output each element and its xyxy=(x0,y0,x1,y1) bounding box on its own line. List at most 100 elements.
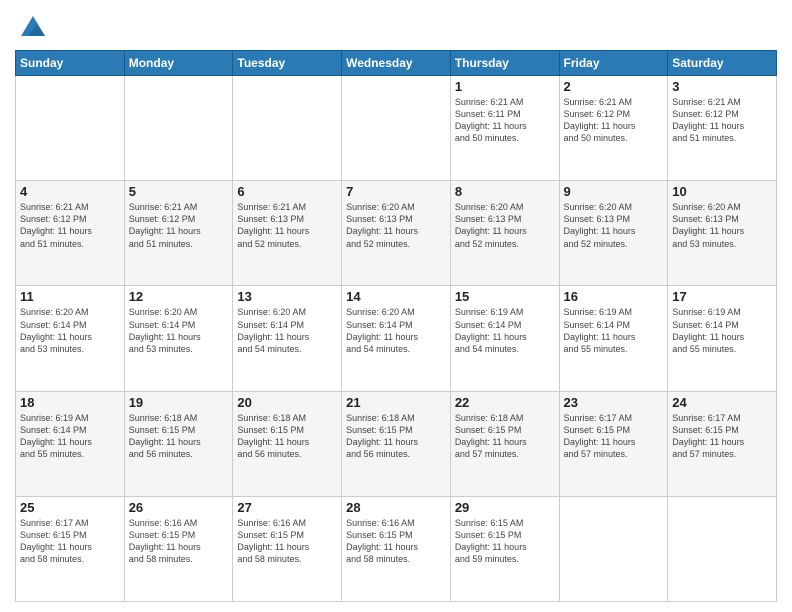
day-number: 16 xyxy=(564,289,664,304)
day-info: Sunrise: 6:16 AM Sunset: 6:15 PM Dayligh… xyxy=(237,517,337,566)
day-number: 17 xyxy=(672,289,772,304)
calendar-cell: 29 Sunrise: 6:15 AM Sunset: 6:15 PM Dayli… xyxy=(450,496,559,601)
calendar-cell: 1 Sunrise: 6:21 AM Sunset: 6:11 PM Daylig… xyxy=(450,76,559,181)
day-number: 23 xyxy=(564,395,664,410)
calendar-cell: 24 Sunrise: 6:17 AM Sunset: 6:15 PM Dayli… xyxy=(668,391,777,496)
week-row-5: 25 Sunrise: 6:17 AM Sunset: 6:15 PM Dayli… xyxy=(16,496,777,601)
day-info: Sunrise: 6:20 AM Sunset: 6:13 PM Dayligh… xyxy=(346,201,446,250)
calendar-cell: 19 Sunrise: 6:18 AM Sunset: 6:15 PM Dayli… xyxy=(124,391,233,496)
day-number: 7 xyxy=(346,184,446,199)
calendar-cell: 20 Sunrise: 6:18 AM Sunset: 6:15 PM Dayli… xyxy=(233,391,342,496)
col-header-sunday: Sunday xyxy=(16,51,125,76)
day-info: Sunrise: 6:21 AM Sunset: 6:12 PM Dayligh… xyxy=(672,96,772,145)
calendar-cell: 4 Sunrise: 6:21 AM Sunset: 6:12 PM Daylig… xyxy=(16,181,125,286)
day-number: 21 xyxy=(346,395,446,410)
calendar-cell: 3 Sunrise: 6:21 AM Sunset: 6:12 PM Daylig… xyxy=(668,76,777,181)
col-header-thursday: Thursday xyxy=(450,51,559,76)
day-info: Sunrise: 6:21 AM Sunset: 6:12 PM Dayligh… xyxy=(129,201,229,250)
col-header-monday: Monday xyxy=(124,51,233,76)
day-number: 5 xyxy=(129,184,229,199)
calendar-cell: 12 Sunrise: 6:20 AM Sunset: 6:14 PM Dayli… xyxy=(124,286,233,391)
calendar-cell xyxy=(233,76,342,181)
day-info: Sunrise: 6:18 AM Sunset: 6:15 PM Dayligh… xyxy=(237,412,337,461)
week-row-4: 18 Sunrise: 6:19 AM Sunset: 6:14 PM Dayli… xyxy=(16,391,777,496)
day-number: 6 xyxy=(237,184,337,199)
calendar-cell: 26Sunrise: 6:16 AM Sunset: 6:15 PM Dayli… xyxy=(124,496,233,601)
day-info: Sunrise: 6:17 AM Sunset: 6:15 PM Dayligh… xyxy=(672,412,772,461)
calendar-cell: 5 Sunrise: 6:21 AM Sunset: 6:12 PM Daylig… xyxy=(124,181,233,286)
day-number: 9 xyxy=(564,184,664,199)
day-info: Sunrise: 6:21 AM Sunset: 6:11 PM Dayligh… xyxy=(455,96,555,145)
day-info: Sunrise: 6:18 AM Sunset: 6:15 PM Dayligh… xyxy=(129,412,229,461)
day-number: 8 xyxy=(455,184,555,199)
col-header-friday: Friday xyxy=(559,51,668,76)
calendar-cell: 7 Sunrise: 6:20 AM Sunset: 6:13 PM Daylig… xyxy=(342,181,451,286)
week-row-2: 4 Sunrise: 6:21 AM Sunset: 6:12 PM Daylig… xyxy=(16,181,777,286)
day-number: 3 xyxy=(672,79,772,94)
day-number: 12 xyxy=(129,289,229,304)
day-number: 19 xyxy=(129,395,229,410)
page: SundayMondayTuesdayWednesdayThursdayFrid… xyxy=(0,0,792,612)
day-info: Sunrise: 6:19 AM Sunset: 6:14 PM Dayligh… xyxy=(564,306,664,355)
day-info: Sunrise: 6:19 AM Sunset: 6:14 PM Dayligh… xyxy=(672,306,772,355)
day-number: 25 xyxy=(20,500,120,515)
day-info: Sunrise: 6:19 AM Sunset: 6:14 PM Dayligh… xyxy=(20,412,120,461)
day-number: 24 xyxy=(672,395,772,410)
day-number: 29 xyxy=(455,500,555,515)
day-info: Sunrise: 6:17 AM Sunset: 6:15 PM Dayligh… xyxy=(20,517,120,566)
week-row-3: 11 Sunrise: 6:20 AM Sunset: 6:14 PM Dayli… xyxy=(16,286,777,391)
calendar-cell: 15Sunrise: 6:19 AM Sunset: 6:14 PM Dayli… xyxy=(450,286,559,391)
day-info: Sunrise: 6:20 AM Sunset: 6:14 PM Dayligh… xyxy=(237,306,337,355)
calendar-cell xyxy=(559,496,668,601)
day-number: 14 xyxy=(346,289,446,304)
day-info: Sunrise: 6:18 AM Sunset: 6:15 PM Dayligh… xyxy=(455,412,555,461)
day-info: Sunrise: 6:16 AM Sunset: 6:15 PM Dayligh… xyxy=(346,517,446,566)
day-info: Sunrise: 6:18 AM Sunset: 6:15 PM Dayligh… xyxy=(346,412,446,461)
day-number: 11 xyxy=(20,289,120,304)
day-info: Sunrise: 6:21 AM Sunset: 6:13 PM Dayligh… xyxy=(237,201,337,250)
calendar-table: SundayMondayTuesdayWednesdayThursdayFrid… xyxy=(15,50,777,602)
calendar-cell: 13 Sunrise: 6:20 AM Sunset: 6:14 PM Dayli… xyxy=(233,286,342,391)
calendar-cell: 8 Sunrise: 6:20 AM Sunset: 6:13 PM Daylig… xyxy=(450,181,559,286)
day-info: Sunrise: 6:21 AM Sunset: 6:12 PM Dayligh… xyxy=(564,96,664,145)
calendar-cell xyxy=(124,76,233,181)
col-header-saturday: Saturday xyxy=(668,51,777,76)
calendar-cell: 25 Sunrise: 6:17 AM Sunset: 6:15 PM Dayli… xyxy=(16,496,125,601)
day-info: Sunrise: 6:20 AM Sunset: 6:13 PM Dayligh… xyxy=(672,201,772,250)
calendar-cell xyxy=(342,76,451,181)
col-header-wednesday: Wednesday xyxy=(342,51,451,76)
day-number: 22 xyxy=(455,395,555,410)
day-number: 20 xyxy=(237,395,337,410)
day-info: Sunrise: 6:15 AM Sunset: 6:15 PM Dayligh… xyxy=(455,517,555,566)
calendar-cell: 14 Sunrise: 6:20 AM Sunset: 6:14 PM Dayli… xyxy=(342,286,451,391)
calendar-cell: 16 Sunrise: 6:19 AM Sunset: 6:14 PM Dayli… xyxy=(559,286,668,391)
day-number: 15 xyxy=(455,289,555,304)
logo-icon xyxy=(19,14,47,42)
day-info: Sunrise: 6:17 AM Sunset: 6:15 PM Dayligh… xyxy=(564,412,664,461)
calendar-cell: 6 Sunrise: 6:21 AM Sunset: 6:13 PM Daylig… xyxy=(233,181,342,286)
calendar-cell: 2Sunrise: 6:21 AM Sunset: 6:12 PM Daylig… xyxy=(559,76,668,181)
day-info: Sunrise: 6:20 AM Sunset: 6:14 PM Dayligh… xyxy=(346,306,446,355)
header-row: SundayMondayTuesdayWednesdayThursdayFrid… xyxy=(16,51,777,76)
day-number: 26 xyxy=(129,500,229,515)
day-info: Sunrise: 6:20 AM Sunset: 6:13 PM Dayligh… xyxy=(564,201,664,250)
col-header-tuesday: Tuesday xyxy=(233,51,342,76)
calendar-cell: 10Sunrise: 6:20 AM Sunset: 6:13 PM Dayli… xyxy=(668,181,777,286)
day-info: Sunrise: 6:20 AM Sunset: 6:14 PM Dayligh… xyxy=(129,306,229,355)
day-number: 13 xyxy=(237,289,337,304)
header xyxy=(15,10,777,42)
calendar-cell: 22 Sunrise: 6:18 AM Sunset: 6:15 PM Dayli… xyxy=(450,391,559,496)
day-number: 18 xyxy=(20,395,120,410)
day-number: 28 xyxy=(346,500,446,515)
day-number: 27 xyxy=(237,500,337,515)
day-info: Sunrise: 6:20 AM Sunset: 6:13 PM Dayligh… xyxy=(455,201,555,250)
calendar-cell: 23 Sunrise: 6:17 AM Sunset: 6:15 PM Dayli… xyxy=(559,391,668,496)
day-number: 4 xyxy=(20,184,120,199)
calendar-cell: 27 Sunrise: 6:16 AM Sunset: 6:15 PM Dayli… xyxy=(233,496,342,601)
week-row-1: 1 Sunrise: 6:21 AM Sunset: 6:11 PM Daylig… xyxy=(16,76,777,181)
calendar-cell: 28 Sunrise: 6:16 AM Sunset: 6:15 PM Dayli… xyxy=(342,496,451,601)
day-info: Sunrise: 6:21 AM Sunset: 6:12 PM Dayligh… xyxy=(20,201,120,250)
day-number: 1 xyxy=(455,79,555,94)
logo xyxy=(15,14,47,42)
calendar-cell: 17 Sunrise: 6:19 AM Sunset: 6:14 PM Dayli… xyxy=(668,286,777,391)
